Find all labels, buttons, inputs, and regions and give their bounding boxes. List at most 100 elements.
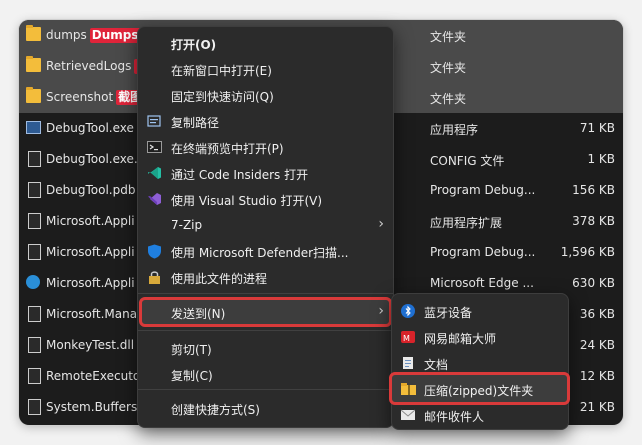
send-to-netease-mail[interactable]: M 网易邮箱大师 [392,324,568,350]
menu-item-open-terminal[interactable]: 在终端预览中打开(P) [138,134,393,160]
menu-item-label: 发送到(N) [171,307,226,321]
submenu-item-label: 邮件收件人 [424,410,485,424]
file-type: 文件夹 [430,61,467,75]
file-icon [28,337,41,353]
menu-item-open-new-window[interactable]: 在新窗口中打开(E) [138,56,393,82]
defender-icon [147,244,162,259]
mail-icon [400,408,416,422]
terminal-icon [147,140,162,154]
file-name: DebugTool.exe. [46,152,138,166]
menu-item-copy-path[interactable]: 复制路径 [138,108,393,134]
file-name: Screenshot [46,90,114,104]
menu-item-label: 固定到快速访问(Q) [171,90,274,104]
menu-item-code-insiders[interactable]: 通过 Code Insiders 打开 [138,160,393,186]
menu-item-label: 使用 Microsoft Defender扫描... [171,246,349,260]
folder-icon [26,87,41,103]
send-to-submenu: 蓝牙设备 M 网易邮箱大师 文档 压缩(zipped)文件夹 邮件收件人 [389,293,570,430]
file-icon [28,213,41,229]
exe-icon [26,121,41,134]
menu-item-visual-studio[interactable]: 使用 Visual Studio 打开(V) [138,186,393,212]
file-type: 文件夹 [430,92,467,106]
file-type: Program Debug... [430,245,536,259]
chevron-right-icon: › [378,303,384,319]
svg-text:M: M [403,334,410,343]
file-icon [28,306,41,322]
menu-item-label: 创建快捷方式(S) [171,403,260,417]
file-type: CONFIG 文件 [430,154,505,168]
file-name: RemoteExecuto [46,369,141,383]
file-name: Microsoft.Appli [46,214,135,228]
menu-item-create-shortcut[interactable]: 创建快捷方式(S) [138,395,393,421]
vscode-icon [147,166,162,180]
menu-item-copy[interactable]: 复制(C) [138,361,393,387]
send-to-zip-folder[interactable]: 压缩(zipped)文件夹 [392,376,568,402]
zip-folder-icon [401,382,416,396]
file-type: 文件夹 [430,30,467,44]
file-icon [28,399,41,415]
menu-item-label: 使用 Visual Studio 打开(V) [171,194,323,208]
file-name: Microsoft.Appli [46,276,135,290]
menu-item-pin-quick-access[interactable]: 固定到快速访问(Q) [138,82,393,108]
file-type: 应用程序 [430,123,479,137]
file-tag: Dumps [89,28,141,43]
menu-item-label: 复制(C) [171,369,213,383]
lock-icon [147,270,162,284]
file-type: Program Debug... [430,183,536,197]
file-size: 21 KB [579,400,615,414]
file-icon [28,182,41,198]
submenu-item-label: 文档 [424,358,449,372]
menu-item-cut[interactable]: 剪切(T) [138,335,393,361]
file-name: MonkeyTest.dll [46,338,135,352]
file-icon [28,368,41,384]
menu-item-label: 在终端预览中打开(P) [171,142,284,156]
file-icon [28,151,41,167]
bluetooth-icon [401,304,415,318]
file-name: RetrievedLogs [46,59,132,73]
menu-item-locking-processes[interactable]: 使用此文件的进程 [138,264,393,290]
menu-item-send-to[interactable]: 发送到(N) › [138,299,393,325]
file-name: System.Buffers. [46,400,142,414]
send-to-mail-recipient[interactable]: 邮件收件人 [392,402,568,428]
file-size: 12 KB [579,369,615,383]
file-name: DebugTool.exe [46,121,134,135]
menu-item-label: 使用此文件的进程 [171,272,268,286]
file-size: 24 KB [579,338,615,352]
folder-icon [26,56,41,72]
menu-item-defender-scan[interactable]: 使用 Microsoft Defender扫描... [138,238,393,264]
file-size: 71 KB [579,121,615,135]
file-name: Microsoft.Mana [46,307,138,321]
file-size: 36 KB [579,307,615,321]
file-size: 378 KB [572,214,615,228]
file-name: Microsoft.Appli [46,245,135,259]
submenu-item-label: 网易邮箱大师 [424,332,497,346]
menu-item-label: 复制路径 [171,116,220,130]
menu-separator [138,293,393,294]
copy-path-icon [147,114,162,128]
menu-item-open[interactable]: 打开(O) [138,30,393,56]
file-type: 应用程序扩展 [430,216,503,230]
file-size: 1 KB [587,152,615,166]
file-type: Microsoft Edge ... [430,276,534,290]
file-icon [28,244,41,260]
menu-item-label: 剪切(T) [171,343,212,357]
file-size: 1,596 KB [560,245,615,259]
submenu-item-label: 蓝牙设备 [424,306,473,320]
file-size: 630 KB [572,276,615,290]
menu-item-label: 打开(O) [171,38,217,52]
submenu-item-label: 压缩(zipped)文件夹 [424,384,534,398]
menu-item-label: 7-Zip [171,218,203,232]
menu-item-label: 通过 Code Insiders 打开 [171,168,309,182]
context-menu: 打开(O) 在新窗口中打开(E) 固定到快速访问(Q) 复制路径 在终端预览中打… [137,26,394,428]
file-name: DebugTool.pdb [46,183,136,197]
folder-icon [26,25,41,41]
file-name: dumps [46,28,87,42]
menu-separator [138,389,393,390]
menu-separator [138,330,393,331]
visual-studio-icon [147,192,162,206]
send-to-bluetooth[interactable]: 蓝牙设备 [392,298,568,324]
documents-icon [401,356,415,370]
menu-item-7zip[interactable]: 7-Zip › [138,212,393,238]
edge-icon [26,275,40,289]
menu-item-label: 在新窗口中打开(E) [171,64,272,78]
file-size: 156 KB [572,183,615,197]
